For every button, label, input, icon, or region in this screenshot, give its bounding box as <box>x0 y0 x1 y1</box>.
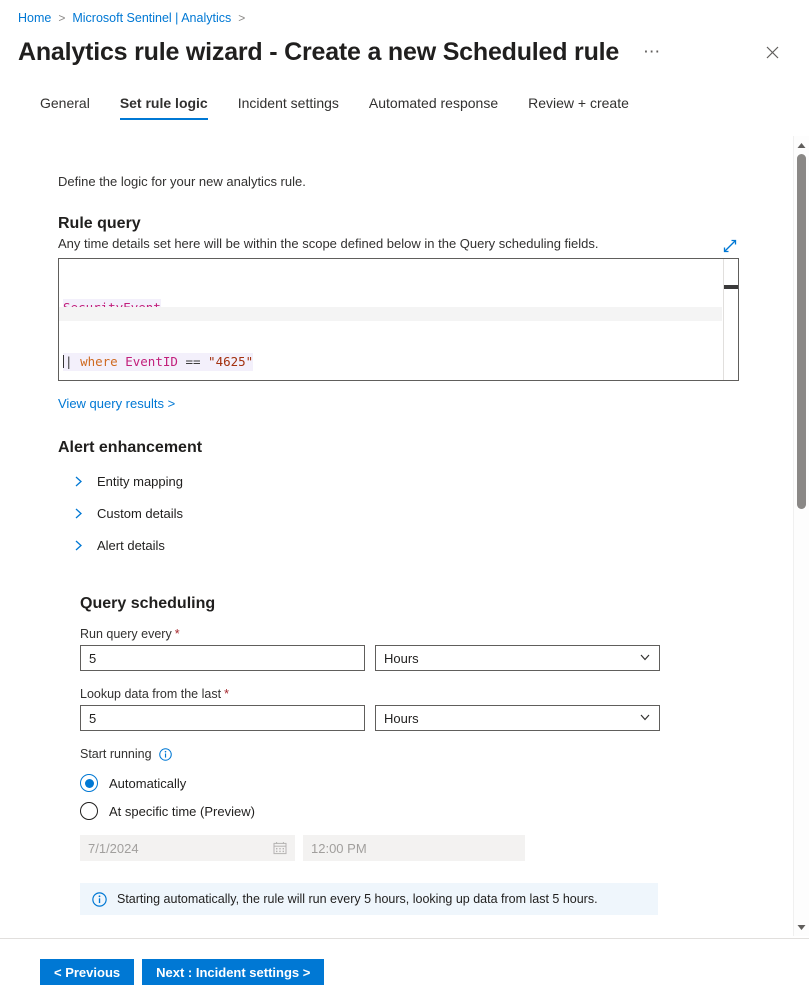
expand-icon[interactable] <box>721 237 739 255</box>
tab-incident-settings[interactable]: Incident settings <box>238 95 339 120</box>
run-query-every-unit-value: Hours <box>384 651 639 666</box>
lookup-data-label-text: Lookup data from the last <box>80 687 221 701</box>
scheduling-info-text: Starting automatically, the rule will ru… <box>117 892 598 906</box>
breadcrumb: Home > Microsoft Sentinel | Analytics > <box>0 0 809 26</box>
query-editor[interactable]: SecurityEvent | where EventID == "4625" <box>58 258 739 381</box>
lookup-data-unit-value: Hours <box>384 711 639 726</box>
title-bar: Analytics rule wizard - Create a new Sch… <box>0 26 809 72</box>
tab-general[interactable]: General <box>40 95 90 120</box>
start-time-input: 12:00 PM <box>303 835 525 861</box>
lookup-data-label: Lookup data from the last * <box>80 687 765 701</box>
close-icon[interactable] <box>758 38 786 66</box>
lookup-data-row: Hours <box>80 705 765 731</box>
run-query-every-label: Run query every * <box>80 627 765 641</box>
code-line-2: | where EventID == "4625" <box>63 353 738 371</box>
kql-string-value: "4625" <box>208 354 253 369</box>
scroll-down-arrow-icon[interactable] <box>794 920 809 934</box>
wizard-tabs: General Set rule logic Incident settings… <box>0 72 809 120</box>
start-running-label: Start running <box>80 747 765 761</box>
radio-automatically[interactable]: Automatically <box>80 769 765 797</box>
editor-row-shade <box>59 307 722 321</box>
page-title: Analytics rule wizard - Create a new Sch… <box>18 38 619 67</box>
accordion-label-alert-details: Alert details <box>97 538 165 553</box>
chevron-right-icon <box>72 539 85 552</box>
page-scrollbar-thumb[interactable] <box>797 154 806 509</box>
rule-query-subtext: Any time details set here will be within… <box>58 236 765 251</box>
view-query-results-link[interactable]: View query results > <box>58 396 175 411</box>
view-query-results-row: View query results > <box>58 395 765 413</box>
run-query-every-label-text: Run query every <box>80 627 172 641</box>
lookup-data-input[interactable] <box>80 705 365 731</box>
radio-automatically-control[interactable] <box>80 774 98 792</box>
accordion-label-entity-mapping: Entity mapping <box>97 474 183 489</box>
previous-button[interactable]: < Previous <box>40 959 134 985</box>
calendar-icon <box>273 841 287 855</box>
accordion-label-custom-details: Custom details <box>97 506 183 521</box>
next-incident-settings-button[interactable]: Next : Incident settings > <box>142 959 324 985</box>
page-scrollbar[interactable] <box>793 136 809 936</box>
start-date-input: 7/1/2024 <box>80 835 295 861</box>
wizard-content: Define the logic for your new analytics … <box>0 174 765 915</box>
tab-review-create[interactable]: Review + create <box>528 95 629 120</box>
start-time-value: 12:00 PM <box>311 841 367 856</box>
required-asterisk: * <box>224 687 229 701</box>
start-running-label-text: Start running <box>80 747 152 761</box>
radio-automatically-label: Automatically <box>109 776 186 791</box>
chevron-right-icon <box>72 507 85 520</box>
query-editor-wrapper: SecurityEvent | where EventID == "4625" <box>58 258 739 381</box>
breadcrumb-separator: > <box>58 11 65 25</box>
query-scheduling-body: Run query every * Hours Lookup data from… <box>58 627 765 861</box>
run-query-every-row: Hours <box>80 645 765 671</box>
kql-column-eventid: EventID <box>125 354 178 369</box>
chevron-right-icon <box>72 475 85 488</box>
info-icon <box>92 892 107 907</box>
tab-set-rule-logic[interactable]: Set rule logic <box>120 95 208 120</box>
accordion-custom-details[interactable]: Custom details <box>58 497 765 529</box>
wizard-content-scroll: Define the logic for your new analytics … <box>0 132 765 937</box>
start-datetime-row: 7/1/2024 12:00 PM <box>80 835 765 861</box>
scroll-up-arrow-icon[interactable] <box>794 138 809 152</box>
kql-operator: == <box>185 354 200 369</box>
radio-at-specific-time[interactable]: At specific time (Preview) <box>80 797 765 825</box>
kql-keyword-where: where <box>80 354 118 369</box>
wizard-footer: < Previous Next : Incident settings > <box>0 938 809 1008</box>
breadcrumb-link-sentinel-analytics[interactable]: Microsoft Sentinel | Analytics <box>72 11 231 25</box>
breadcrumb-separator-2: > <box>238 11 245 25</box>
chevron-down-icon <box>639 651 651 666</box>
chevron-down-icon <box>639 711 651 726</box>
intro-text: Define the logic for your new analytics … <box>58 174 765 189</box>
editor-scroll-marker <box>724 285 738 289</box>
required-asterisk: * <box>175 627 180 641</box>
alert-enhancement-heading: Alert enhancement <box>58 439 765 457</box>
run-query-every-unit-select[interactable]: Hours <box>375 645 660 671</box>
radio-at-specific-time-control[interactable] <box>80 802 98 820</box>
tab-automated-response[interactable]: Automated response <box>369 95 498 120</box>
lookup-data-unit-select[interactable]: Hours <box>375 705 660 731</box>
scheduling-info-banner: Starting automatically, the rule will ru… <box>80 883 658 915</box>
start-date-value: 7/1/2024 <box>88 841 139 856</box>
breadcrumb-link-home[interactable]: Home <box>18 11 51 25</box>
kql-pipe: | <box>65 354 73 369</box>
run-query-every-input[interactable] <box>80 645 365 671</box>
accordion-entity-mapping[interactable]: Entity mapping <box>58 465 765 497</box>
radio-at-specific-time-label: At specific time (Preview) <box>109 804 255 819</box>
more-options-button[interactable]: ⋯ <box>637 44 667 60</box>
footer-buttons: < Previous Next : Incident settings > <box>0 939 809 985</box>
info-icon[interactable] <box>159 748 172 761</box>
accordion-alert-details[interactable]: Alert details <box>58 529 765 561</box>
text-caret <box>63 355 64 368</box>
query-scheduling-heading: Query scheduling <box>58 595 765 613</box>
rule-query-heading: Rule query <box>58 215 765 233</box>
editor-scrollbar[interactable] <box>723 259 738 380</box>
